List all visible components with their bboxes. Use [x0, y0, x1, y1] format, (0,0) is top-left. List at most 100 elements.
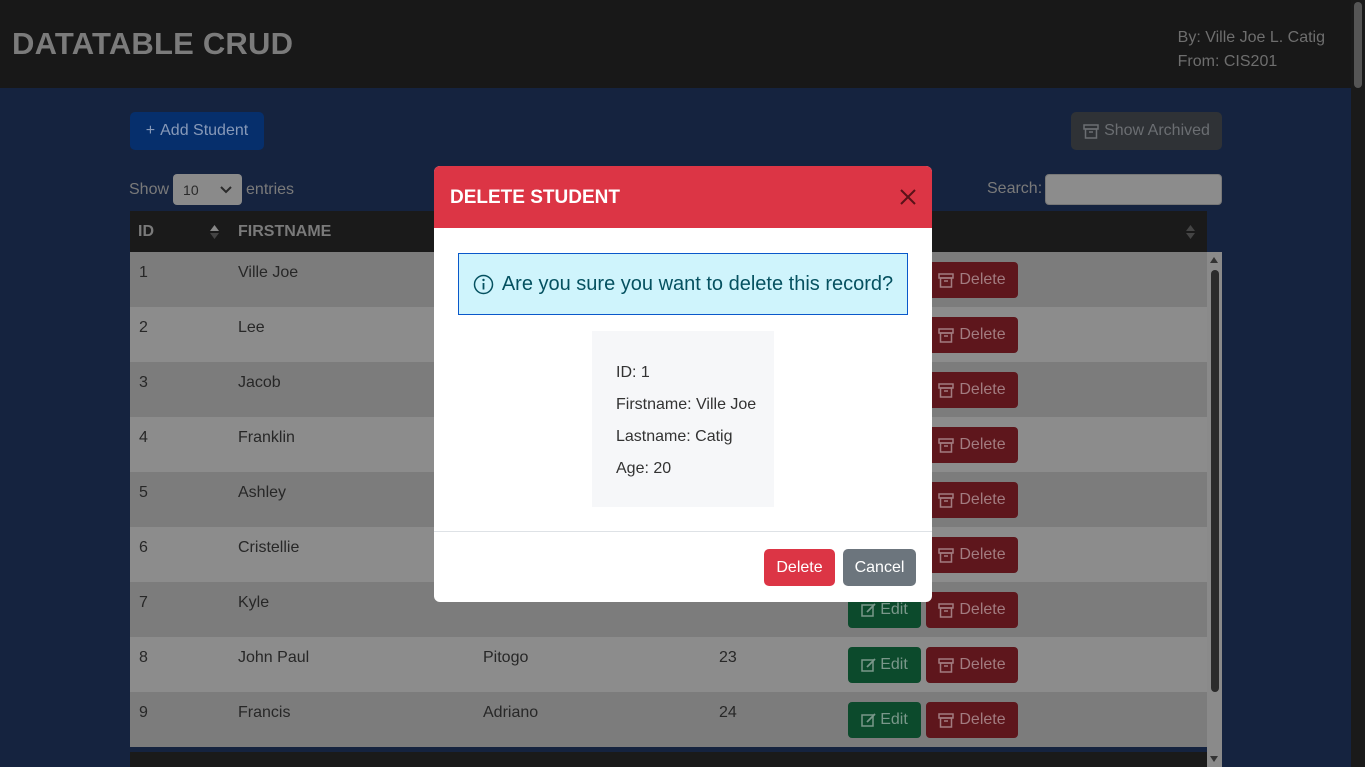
delete-button[interactable]: Delete [926, 537, 1018, 573]
cell-firstname: John Paul [238, 649, 310, 666]
edit-button[interactable]: Edit [848, 647, 921, 683]
edit-label: Edit [880, 601, 908, 618]
table-footer [130, 752, 1207, 767]
edit-icon [861, 657, 876, 672]
cell-firstname: Jacob [238, 374, 281, 391]
edit-label: Edit [880, 711, 908, 728]
record-details: ID: 1 Firstname: Ville Joe Lastname: Cat… [592, 331, 774, 507]
cell-id: 7 [139, 594, 148, 611]
delete-label: Delete [959, 271, 1006, 288]
delete-student-modal: DELETE STUDENT Are you sure you want to … [434, 166, 932, 602]
page-scrollbar[interactable] [1351, 0, 1365, 767]
archive-icon [938, 547, 955, 563]
archive-icon [938, 492, 955, 508]
delete-label: Delete [959, 491, 1006, 508]
info-icon [473, 274, 494, 294]
column-header-firstname[interactable]: FIRSTNAME [238, 223, 331, 241]
edit-icon [861, 602, 876, 617]
archive-icon [938, 712, 955, 728]
delete-label: Delete [959, 436, 1006, 453]
delete-label: Delete [959, 381, 1006, 398]
add-student-button[interactable]: + Add Student [130, 112, 264, 150]
scroll-down-icon[interactable] [1210, 756, 1218, 762]
course-label: From: CIS201 [1177, 53, 1278, 70]
modal-header: DELETE STUDENT [434, 166, 932, 228]
column-header-id[interactable]: ID [138, 223, 154, 241]
delete-label: Delete [959, 711, 1006, 728]
plus-icon: + [145, 122, 156, 139]
cell-firstname: Ville Joe [238, 264, 299, 281]
delete-button[interactable]: Delete [926, 702, 1018, 738]
cancel-button[interactable]: Cancel [843, 549, 916, 586]
modal-divider [434, 531, 932, 532]
cell-firstname: Cristellie [238, 539, 300, 556]
sort-icon [1186, 225, 1195, 239]
delete-button[interactable]: Delete [926, 317, 1018, 353]
delete-button[interactable]: Delete [926, 592, 1018, 628]
delete-button[interactable]: Delete [926, 427, 1018, 463]
cell-firstname: Franklin [238, 429, 295, 446]
cell-firstname: Francis [238, 704, 291, 721]
cell-id: 4 [139, 429, 148, 446]
delete-button[interactable]: Delete [926, 372, 1018, 408]
cell-id: 9 [139, 704, 148, 721]
chevron-down-icon [220, 185, 232, 193]
page-scrollbar-thumb[interactable] [1354, 2, 1362, 88]
delete-label: Delete [959, 546, 1006, 563]
detail-age: Age: 20 [616, 460, 672, 477]
archive-icon [938, 437, 955, 453]
confirm-message: Are you sure you want to delete this rec… [501, 272, 894, 295]
archive-icon [938, 657, 955, 673]
entries-select[interactable]: 10 [173, 174, 243, 205]
edit-label: Edit [880, 656, 908, 673]
search-input[interactable] [1045, 174, 1222, 205]
author-label: By: Ville Joe L. Catig [1177, 29, 1325, 46]
add-student-label: Add Student [160, 122, 249, 139]
cell-id: 6 [139, 539, 148, 556]
entries-value: 10 [183, 181, 199, 198]
archive-icon [938, 327, 955, 343]
cell-id: 8 [139, 649, 148, 666]
cell-id: 1 [139, 264, 148, 281]
confirm-delete-button[interactable]: Delete [764, 549, 835, 586]
table-scrollbar-thumb[interactable] [1211, 270, 1219, 692]
cell-age: 24 [719, 704, 737, 721]
edit-button[interactable]: Edit [848, 702, 921, 738]
delete-button[interactable]: Delete [926, 262, 1018, 298]
app-title: DATATABLE CRUD [12, 26, 294, 61]
sort-icon [210, 225, 219, 239]
archive-icon [1083, 123, 1099, 139]
cell-firstname: Kyle [238, 594, 270, 611]
show-archived-label: Show Archived [1104, 122, 1210, 139]
cell-id: 2 [139, 319, 148, 336]
close-icon[interactable] [898, 187, 918, 207]
cell-id: 3 [139, 374, 148, 391]
archive-icon [938, 272, 955, 288]
detail-firstname: Firstname: Ville Joe [616, 396, 757, 413]
archive-icon [938, 382, 955, 398]
archive-icon [938, 602, 955, 618]
cell-lastname: Adriano [483, 704, 539, 721]
delete-label: Delete [959, 601, 1006, 618]
confirm-alert: Are you sure you want to delete this rec… [458, 253, 908, 315]
modal-title: DELETE STUDENT [450, 187, 620, 208]
cell-firstname: Lee [238, 319, 265, 336]
search-label: Search: [987, 180, 1043, 197]
delete-label: Delete [959, 326, 1006, 343]
table-row: 8 John Paul Pitogo 23 Edit Delete [130, 637, 1207, 692]
cell-age: 23 [719, 649, 737, 666]
scroll-up-icon[interactable] [1210, 257, 1218, 263]
show-label: Show [129, 180, 170, 198]
cell-lastname: Pitogo [483, 649, 529, 666]
table-scrollbar[interactable] [1207, 252, 1222, 767]
cell-id: 5 [139, 484, 148, 501]
show-archived-button[interactable]: Show Archived [1071, 112, 1222, 150]
delete-button[interactable]: Delete [926, 647, 1018, 683]
edit-icon [861, 712, 876, 727]
entries-label: entries [246, 180, 295, 198]
byline: By: Ville Joe L. Catig From: CIS201 [1178, 26, 1325, 74]
top-bar: DATATABLE CRUD By: Ville Joe L. Catig Fr… [0, 0, 1351, 88]
entries-control: Show 10 entries [129, 174, 294, 205]
delete-label: Delete [959, 656, 1006, 673]
delete-button[interactable]: Delete [926, 482, 1018, 518]
